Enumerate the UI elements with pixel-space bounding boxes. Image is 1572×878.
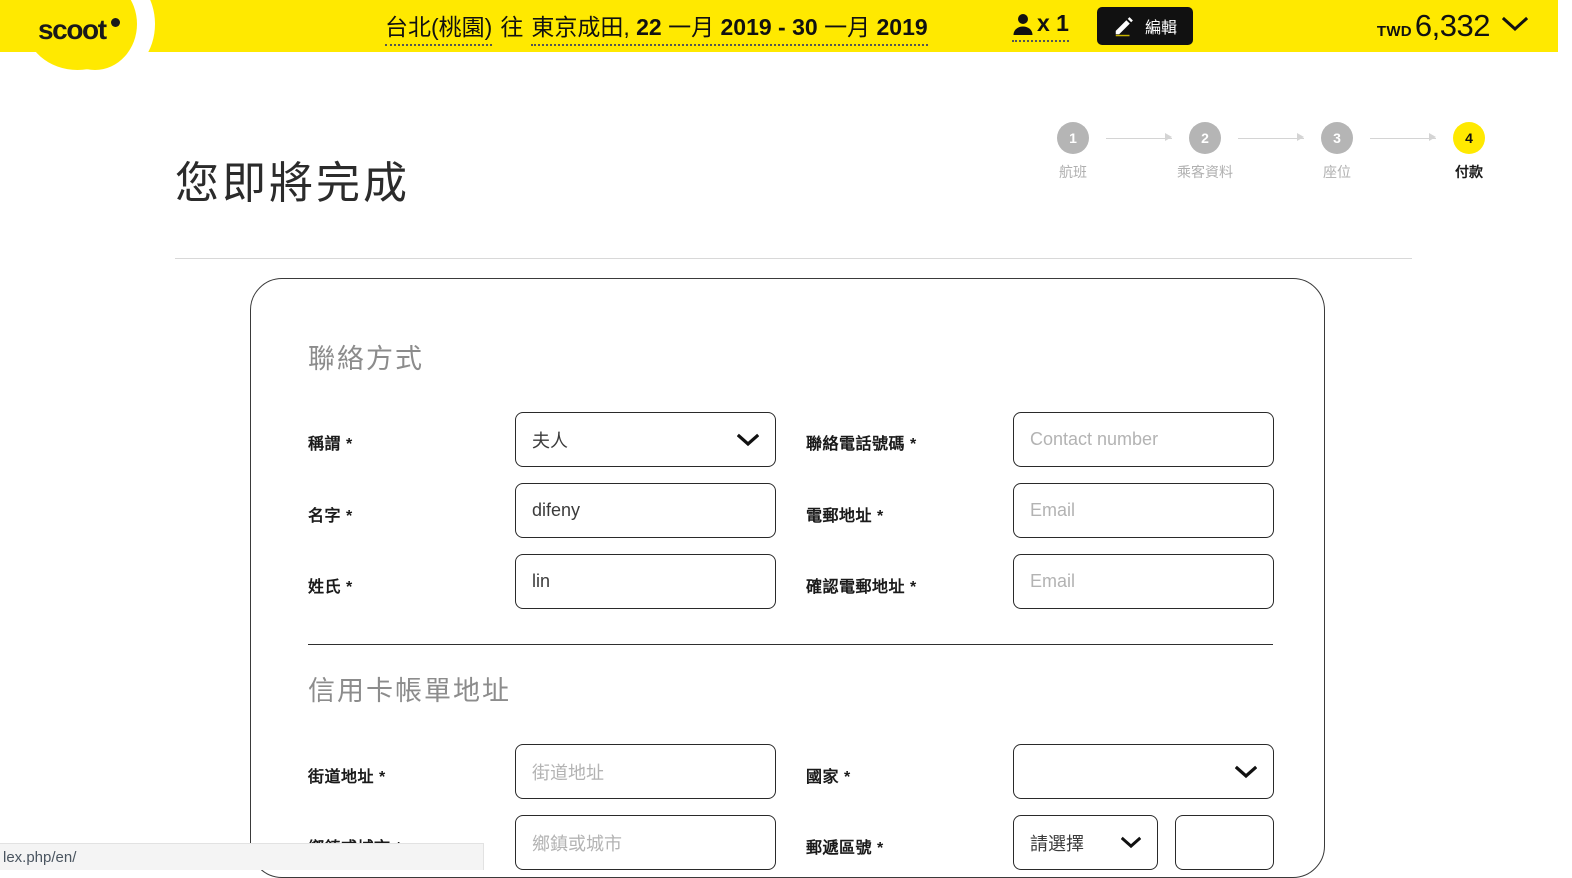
passenger-count[interactable]: x 1 (1012, 10, 1069, 42)
route-origin[interactable]: 台北(桃園) (385, 8, 493, 46)
step-arrow-1 (1106, 122, 1172, 154)
checkout-stepper: 1 航班 2 乘客資料 3 座位 4 付款 (1040, 122, 1502, 182)
sidebar-item-step-1[interactable]: 1 航班 (1040, 122, 1106, 182)
date-range-dash: - (778, 14, 786, 40)
return-day: 30 (792, 14, 818, 40)
email-confirm-placeholder: Email (1030, 571, 1076, 591)
title-select-value: 夫人 (532, 430, 568, 451)
total-price[interactable]: TWD 6,332 (1376, 8, 1529, 44)
step-arrow-2 (1238, 122, 1304, 154)
chevron-down-icon (1501, 16, 1529, 32)
price-amount: 6,332 (1414, 8, 1491, 43)
return-year: 2019 (876, 14, 928, 40)
edit-button-label: 編輯 (1145, 20, 1178, 37)
postcode-field-label: 郵遞區號 * (806, 840, 884, 857)
route-comma: , (623, 14, 630, 40)
logo-dot-accent (111, 18, 120, 27)
chevron-down-icon (1121, 836, 1141, 849)
step-4-label: 付款 (1455, 164, 1483, 180)
billing-section-title: 信用卡帳單地址 (308, 676, 511, 707)
street-placeholder: 街道地址 (532, 762, 604, 783)
last-name-input[interactable]: lin (515, 554, 776, 609)
country-select-chevron (1235, 765, 1257, 779)
step-2-label: 乘客資料 (1177, 164, 1233, 180)
price-expand-toggle[interactable] (1501, 16, 1529, 38)
step-1-label: 航班 (1059, 164, 1087, 180)
contact-section-title: 聯絡方式 (308, 344, 424, 375)
street-field-label: 街道地址 * (308, 769, 386, 786)
step-3-number: 3 (1321, 122, 1353, 154)
depart-month: 一月 (668, 14, 715, 40)
phone-field-label: 聯絡電話號碼 * (806, 436, 917, 453)
sidebar-item-step-4[interactable]: 4 付款 (1436, 122, 1502, 182)
route-summary[interactable]: 台北(桃園) 往 東京成田, 22 一月 2019 - 30 一月 2019 (385, 8, 928, 46)
top-header-bar: scoot 台北(桃園) 往 東京成田, 22 一月 2019 - 30 一月 … (0, 0, 1558, 74)
route-destination: 東京成田 (531, 14, 624, 40)
email-field-label: 電郵地址 * (806, 508, 884, 525)
browser-status-bar: lex.php/en/ (0, 843, 484, 870)
title-field-label: 稱謂 * (308, 436, 353, 453)
passenger-count-label: x 1 (1037, 10, 1069, 36)
header-divider (175, 258, 1412, 259)
currency-code: TWD (1376, 23, 1412, 40)
title-select-chevron (737, 433, 759, 447)
phone-input[interactable]: Contact number (1013, 412, 1274, 467)
postcode-select-value: 請選擇 (1030, 833, 1084, 854)
email-placeholder: Email (1030, 500, 1076, 520)
title-select[interactable]: 夫人 (515, 412, 776, 467)
postcode-select-chevron (1121, 836, 1141, 849)
postcode-extra-input[interactable] (1175, 815, 1274, 870)
pencil-icon (1115, 17, 1133, 37)
city-input[interactable]: 鄉鎮或城市 (515, 815, 776, 870)
street-input[interactable]: 街道地址 (515, 744, 776, 799)
return-month: 一月 (824, 14, 871, 40)
logo-wordmark: scoot (38, 14, 107, 45)
country-field-label: 國家 * (806, 769, 851, 786)
step-3-label: 座位 (1323, 164, 1351, 180)
step-1-number: 1 (1057, 122, 1089, 154)
status-url-text: lex.php/en/ (3, 848, 77, 866)
scrollbar-gutter (1558, 0, 1572, 52)
depart-day: 22 (636, 14, 662, 40)
route-destination-and-dates[interactable]: 東京成田, 22 一月 2019 - 30 一月 2019 (531, 8, 928, 46)
city-placeholder: 鄉鎮或城市 (532, 833, 622, 854)
sidebar-item-step-3[interactable]: 3 座位 (1304, 122, 1370, 182)
first-name-input[interactable]: difeny (515, 483, 776, 538)
first-name-field-label: 名字 * (308, 508, 353, 525)
first-name-value: difeny (532, 500, 581, 520)
scoot-logo[interactable]: scoot (25, 0, 155, 74)
person-icon (1013, 13, 1033, 35)
chevron-down-icon (1235, 765, 1257, 778)
country-select[interactable] (1013, 744, 1274, 799)
email-confirm-field-label: 確認電郵地址 * (806, 579, 917, 596)
email-field[interactable]: Email (1013, 483, 1274, 538)
sidebar-item-step-2[interactable]: 2 乘客資料 (1172, 122, 1238, 182)
step-4-number: 4 (1453, 122, 1485, 154)
email-confirm-field[interactable]: Email (1013, 554, 1274, 609)
postcode-select[interactable]: 請選擇 (1013, 815, 1158, 870)
chevron-down-icon (737, 433, 759, 446)
step-2-number: 2 (1189, 122, 1221, 154)
last-name-field-label: 姓氏 * (308, 579, 353, 596)
last-name-value: lin (532, 571, 551, 591)
page-title: 您即將完成 (175, 158, 410, 210)
phone-placeholder: Contact number (1030, 429, 1159, 449)
billing-section-divider (308, 644, 1273, 645)
step-arrow-3 (1370, 122, 1436, 154)
depart-year: 2019 (720, 14, 772, 40)
edit-button[interactable]: 編輯 (1097, 7, 1194, 45)
route-connector: 往 (500, 14, 524, 40)
